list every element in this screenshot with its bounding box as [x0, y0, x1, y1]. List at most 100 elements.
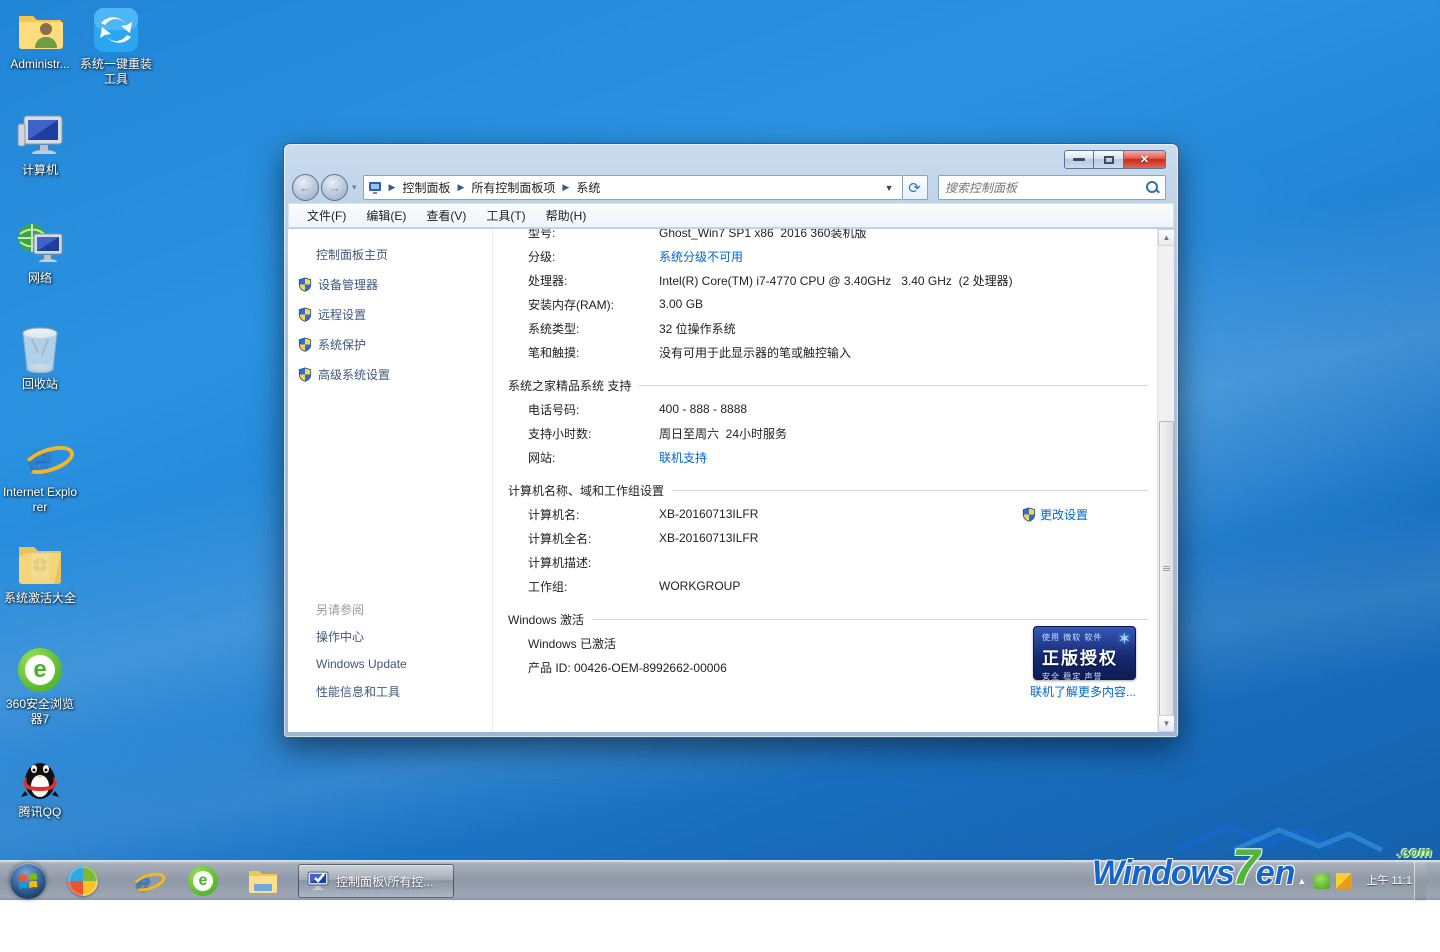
menu-bar: 文件(F) 编辑(E) 查看(V) 工具(T) 帮助(H) [288, 203, 1174, 228]
refresh-button[interactable]: ⟳ [903, 175, 928, 200]
badge-title: 正版授权 [1042, 644, 1127, 669]
desktop-icon-activation-folder[interactable]: 系统激活大全 [2, 540, 78, 606]
sidebar-item-windows-update[interactable]: Windows Update [316, 657, 492, 671]
system-window: ✕ ← → ▾ ▶ 控制面板 ▶ 所有控制面板项 ▶ 系统 ▼ ⟳ [283, 143, 1179, 738]
field-label: 系统类型: [508, 320, 659, 337]
breadcrumb-system[interactable]: 系统 [576, 179, 600, 196]
show-desktop-button[interactable] [1414, 861, 1426, 901]
sidebar-item-device-manager[interactable]: 设备管理器 [298, 276, 492, 293]
genuine-software-badge[interactable]: 使用 微软 软件 正版授权 安全 稳定 声誉 ✶ [1033, 626, 1136, 680]
tray-360-icon[interactable] [1314, 873, 1330, 889]
info-row-model: 型号: Ghost_Win7 SP1 x86 2016 360装机版 [508, 229, 1148, 244]
field-value: 没有可用于此显示器的笔或触控输入 [659, 344, 851, 361]
computer-icon [16, 112, 64, 160]
360-safety-taskbar-icon[interactable] [56, 863, 110, 899]
sidebar-item-remote-settings[interactable]: 远程设置 [298, 306, 492, 323]
taskbar: e e 控制面板\所有控... ▲ 上午 11:1 [0, 860, 1440, 900]
field-value: Ghost_Win7 SP1 x86 2016 360装机版 [659, 229, 866, 241]
desktop-icon-360-browser[interactable]: e 360安全浏览器7 [2, 646, 78, 727]
taskbar-active-window-button[interactable]: 控制面板\所有控... [298, 864, 454, 898]
menu-tools[interactable]: 工具(T) [476, 204, 535, 227]
rating-link[interactable]: 系统分级不可用 [659, 248, 743, 265]
desktop-icon-reinstall-tool[interactable]: 系统一键重装工具 [78, 6, 154, 87]
sidebar-item-advanced-settings[interactable]: 高级系统设置 [298, 366, 492, 383]
explorer-taskbar-icon[interactable] [236, 863, 290, 899]
start-button[interactable] [6, 863, 50, 899]
ie-taskbar-icon[interactable]: e [116, 863, 170, 899]
tray-flag-icon[interactable] [1336, 873, 1352, 889]
field-label: 支持小时数: [508, 425, 659, 442]
sidebar-item-label: 系统保护 [318, 336, 366, 353]
watermark-com: .com [1397, 844, 1432, 861]
taskbar-clock[interactable]: 上午 11:1 [1366, 875, 1412, 888]
address-bar[interactable]: ▶ 控制面板 ▶ 所有控制面板项 ▶ 系统 ▼ [363, 175, 903, 200]
sidebar-item-label: 高级系统设置 [318, 366, 390, 383]
section-header-support: 系统之家精品系统 支持 [508, 373, 1148, 397]
field-label: 电话号码: [508, 401, 659, 418]
desktop-icon-label: 腾讯QQ [2, 805, 78, 820]
info-row-phone: 电话号码: 400 - 888 - 8888 [508, 397, 1148, 421]
sidebar-item-action-center[interactable]: 操作中心 [316, 628, 492, 645]
desktop-icon-computer[interactable]: 计算机 [2, 112, 78, 178]
tray-expand-icon[interactable]: ▲ [1297, 876, 1306, 886]
field-label: 型号: [508, 229, 659, 241]
close-button[interactable]: ✕ [1124, 150, 1166, 169]
badge-star-icon: ✶ [1118, 629, 1131, 649]
maximize-button[interactable] [1094, 150, 1124, 169]
desktop-background: Administr... 系统一键重装工具 计算机 网络 回收站 e Inter… [0, 0, 1440, 900]
sidebar-item-system-protection[interactable]: 系统保护 [298, 336, 492, 353]
change-settings-link[interactable]: 更改设置 [1022, 506, 1088, 523]
field-label: 工作组: [508, 578, 659, 595]
menu-edit[interactable]: 编辑(E) [356, 204, 416, 227]
sidebar-item-control-panel-home[interactable]: 控制面板主页 [316, 246, 492, 263]
info-row-rating: 分级: 系统分级不可用 [508, 244, 1148, 268]
menu-view[interactable]: 查看(V) [416, 204, 476, 227]
breadcrumb-control-panel[interactable]: 控制面板 [402, 179, 450, 196]
menu-file[interactable]: 文件(F) [297, 204, 356, 227]
desktop-icon-network[interactable]: 网络 [2, 220, 78, 286]
online-support-link[interactable]: 联机支持 [659, 449, 707, 466]
desktop-icon-internet-explorer[interactable]: e Internet Explorer [2, 434, 78, 515]
search-box[interactable] [938, 175, 1166, 200]
section-rule [672, 490, 1148, 491]
360-browser-taskbar-icon[interactable]: e [176, 863, 230, 899]
sidebar-item-performance-tools[interactable]: 性能信息和工具 [316, 683, 492, 700]
info-row-hours: 支持小时数: 周日至周六 24小时服务 [508, 421, 1148, 445]
system-small-icon [368, 181, 382, 194]
maximize-icon [1104, 156, 1114, 164]
back-button[interactable]: ← [292, 174, 319, 201]
field-value: 周日至周六 24小时服务 [659, 425, 787, 442]
breadcrumb-arrow-icon: ▶ [457, 182, 464, 193]
breadcrumb-all-items[interactable]: 所有控制面板项 [471, 179, 555, 196]
vertical-scrollbar[interactable]: ▲ ▼ [1157, 229, 1174, 732]
field-value: 产品 ID: 00426-OEM-8992662-00006 [508, 659, 727, 676]
scroll-up-button[interactable]: ▲ [1158, 229, 1174, 246]
field-value: WORKGROUP [659, 579, 740, 593]
user-folder-icon [16, 6, 64, 54]
scrollbar-thumb[interactable] [1159, 421, 1174, 716]
field-label: 分级: [508, 248, 659, 265]
menu-help[interactable]: 帮助(H) [536, 204, 597, 227]
ie-icon: e [16, 434, 64, 482]
scroll-down-button[interactable]: ▼ [1158, 715, 1174, 732]
folder-icon [248, 868, 278, 894]
recent-pages-chevron-icon[interactable]: ▾ [352, 182, 357, 193]
search-input[interactable] [945, 181, 1146, 195]
desktop-icon-label: 网络 [2, 271, 78, 286]
forward-button[interactable]: → [321, 174, 348, 201]
info-row-website: 网站: 联机支持 [508, 445, 1148, 469]
desktop-icon-qq[interactable]: 腾讯QQ [2, 754, 78, 820]
window-titlebar[interactable]: ✕ [284, 144, 1178, 172]
system-tray: ▲ 上午 11:1 [1297, 861, 1426, 901]
breadcrumb-arrow-icon: ▶ [389, 182, 396, 193]
360-browser-icon: e [188, 866, 218, 896]
desktop-icon-administrator[interactable]: Administr... [2, 6, 78, 72]
close-icon: ✕ [1140, 153, 1149, 166]
minimize-icon [1073, 158, 1085, 161]
field-value: 32 位操作系统 [659, 320, 736, 337]
desktop-icon-recycle-bin[interactable]: 回收站 [2, 326, 78, 392]
learn-more-link[interactable]: 联机了解更多内容... [1030, 685, 1136, 699]
address-dropdown-icon[interactable]: ▼ [881, 183, 898, 193]
minimize-button[interactable] [1064, 150, 1094, 169]
info-row-processor: 处理器: Intel(R) Core(TM) i7-4770 CPU @ 3.4… [508, 268, 1148, 292]
